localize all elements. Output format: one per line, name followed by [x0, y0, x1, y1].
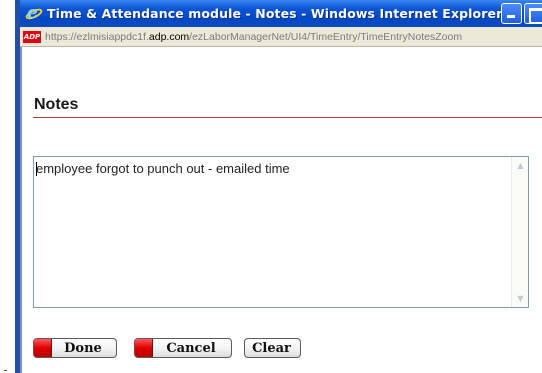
heading-divider	[33, 117, 542, 118]
clear-button[interactable]: Clear	[244, 338, 301, 358]
done-button-label: Done	[64, 340, 102, 356]
address-bar[interactable]: ADP https://ezlmisiappdc1f.adp.com/ezLab…	[20, 27, 542, 47]
notes-text[interactable]: employee forgot to punch out - emailed t…	[36, 161, 506, 176]
url-host: adp.com	[148, 30, 190, 43]
cancel-button-label: Cancel	[166, 340, 216, 356]
page-title: Notes	[34, 96, 79, 113]
notes-textarea[interactable]: employee forgot to punch out - emailed t…	[33, 156, 529, 308]
scroll-down-arrow-icon[interactable]: ▼	[513, 291, 528, 306]
done-button[interactable]: Done	[33, 338, 117, 358]
window-title: Time & Attendance module - Notes - Windo…	[47, 6, 503, 21]
cancel-button[interactable]: Cancel	[134, 338, 232, 358]
url-path: /ezLaborManagerNet/UI4/TimeEntry/TimeEnt…	[189, 30, 463, 43]
url-prefix: https://ezlmisiappdc1f.	[45, 30, 149, 43]
page-content: Notes employee forgot to punch out - ema…	[22, 47, 542, 373]
text-caret	[36, 162, 37, 176]
notes-scrollbar[interactable]: ▲ ▼	[511, 157, 528, 307]
done-button-cap	[34, 339, 52, 357]
maximize-button[interactable]	[524, 3, 542, 24]
url-text[interactable]: https://ezlmisiappdc1f.adp.com/ezLaborMa…	[45, 31, 462, 43]
window-controls	[501, 3, 542, 24]
cancel-button-cap	[135, 339, 153, 357]
desktop-mark	[4, 370, 7, 371]
scroll-up-arrow-icon[interactable]: ▲	[513, 158, 528, 173]
minimize-button[interactable]	[501, 3, 522, 24]
clear-button-label: Clear	[252, 340, 291, 356]
adp-site-icon: ADP	[23, 30, 41, 43]
window-titlebar[interactable]: e Time & Attendance module - Notes - Win…	[20, 0, 542, 27]
internet-explorer-icon: e	[24, 3, 44, 23]
